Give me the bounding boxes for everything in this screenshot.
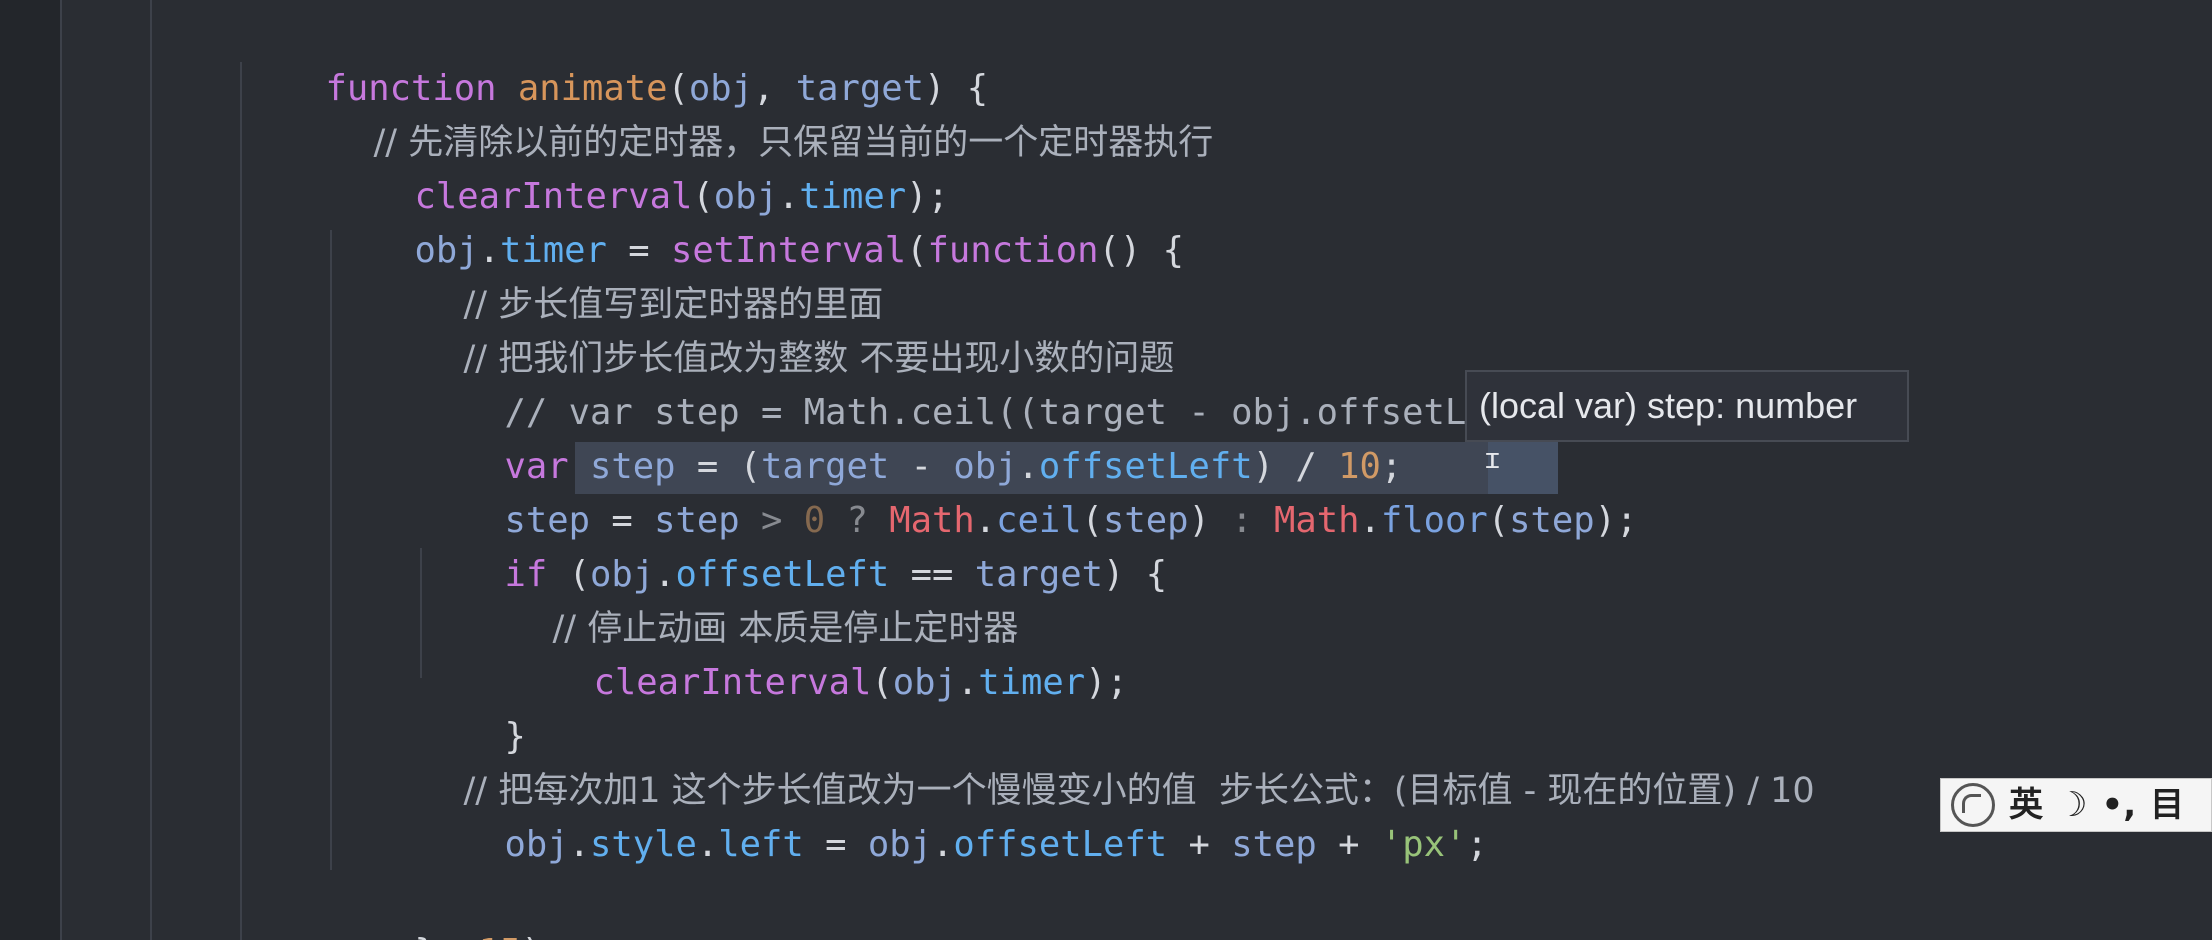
ime-logo-icon[interactable]: [1951, 783, 1995, 827]
punct: ): [1188, 500, 1210, 541]
punct: (: [871, 662, 893, 703]
operator: =: [803, 824, 868, 865]
ident-obj: obj: [504, 824, 569, 865]
operator: :: [1209, 500, 1274, 541]
line-gutter: [0, 0, 60, 940]
punct: () {: [1098, 230, 1184, 271]
code-editor[interactable]: function animate(obj, target) { // 先清除以前…: [0, 0, 2212, 940]
punct: },: [415, 932, 479, 940]
keyword-function: function: [927, 230, 1099, 271]
ime-extra-icon[interactable]: 目: [2150, 785, 2184, 825]
code-line-1[interactable]: function animate(obj, target) {: [240, 8, 989, 109]
code-line-11[interactable]: // 停止动画 本质是停止定时器: [508, 548, 1019, 649]
code-line-9[interactable]: step = step > 0 ? Math.ceil(step) : Math…: [419, 440, 1638, 541]
punct: .: [956, 662, 979, 703]
prop-style: style: [590, 824, 697, 865]
code-line-17[interactable]: }, 15);: [329, 872, 565, 940]
code-line-8[interactable]: var step = (target - obj.offsetLeft) / 1…: [419, 386, 1403, 487]
ident-step: step: [1509, 500, 1595, 541]
call-clearInterval: clearInterval: [593, 662, 872, 703]
indent-guide: [240, 62, 242, 940]
operator: +: [1316, 824, 1381, 865]
ime-mode-toggle[interactable]: 英: [2009, 785, 2043, 825]
code-line-15[interactable]: obj.style.left = obj.offsetLeft + step +…: [419, 764, 1488, 865]
punct: .: [568, 824, 590, 865]
code-line-14[interactable]: // 把每次加1 这个步长值改为一个慢慢变小的值 步长公式：(目标值 - 现在的…: [419, 710, 1815, 811]
text-cursor-icon: ɪ: [1484, 442, 1501, 475]
ident-obj: obj: [892, 662, 957, 703]
code-line-2[interactable]: // 先清除以前的定时器，只保留当前的一个定时器执行: [329, 62, 1214, 163]
hover-tooltip: (local var) step: number: [1465, 370, 1909, 442]
operator: +: [1167, 824, 1232, 865]
prop-left: left: [718, 824, 804, 865]
prop-timer: timer: [978, 662, 1086, 703]
code-line-13[interactable]: }: [419, 656, 526, 757]
punct: );: [521, 932, 564, 940]
indent-guide: [60, 0, 62, 940]
punctuation-toggle-icon[interactable]: •,: [2101, 785, 2136, 825]
tooltip-text: (local var) step: number: [1479, 385, 1858, 426]
prop-offsetLeft: offsetLeft: [953, 824, 1168, 865]
code-line-6[interactable]: // 把我们步长值改为整数 不要出现小数的问题: [419, 278, 1175, 379]
number: 15: [479, 932, 522, 940]
punct: .: [932, 824, 954, 865]
ident-step: step: [1231, 824, 1317, 865]
punct: ;: [1466, 824, 1488, 865]
punct: .: [696, 824, 719, 865]
code-line-5[interactable]: // 步长值写到定时器的里面: [419, 224, 884, 325]
punct: ) {: [1102, 554, 1168, 595]
code-line-3[interactable]: clearInterval(obj.timer);: [329, 116, 949, 217]
string: 'px': [1380, 824, 1467, 865]
ime-toolbar[interactable]: 英 ☽ •, 目: [1940, 778, 2212, 832]
punct: .: [1359, 500, 1381, 541]
moon-icon[interactable]: ☽: [2057, 785, 2087, 825]
punct: (: [906, 230, 928, 271]
indent-guide: [150, 0, 152, 940]
code-line-10[interactable]: if (obj.offsetLeft == target) {: [419, 494, 1168, 595]
method-floor: floor: [1380, 500, 1488, 541]
code-line-12[interactable]: clearInterval(obj.timer);: [508, 602, 1128, 703]
punct: (: [1487, 500, 1510, 541]
ident-obj: obj: [867, 824, 932, 865]
punct: );: [1594, 500, 1638, 541]
ident-Math: Math: [1274, 500, 1360, 541]
code-line-4[interactable]: obj.timer = setInterval(function() {: [329, 170, 1184, 271]
punct: );: [1085, 662, 1128, 703]
